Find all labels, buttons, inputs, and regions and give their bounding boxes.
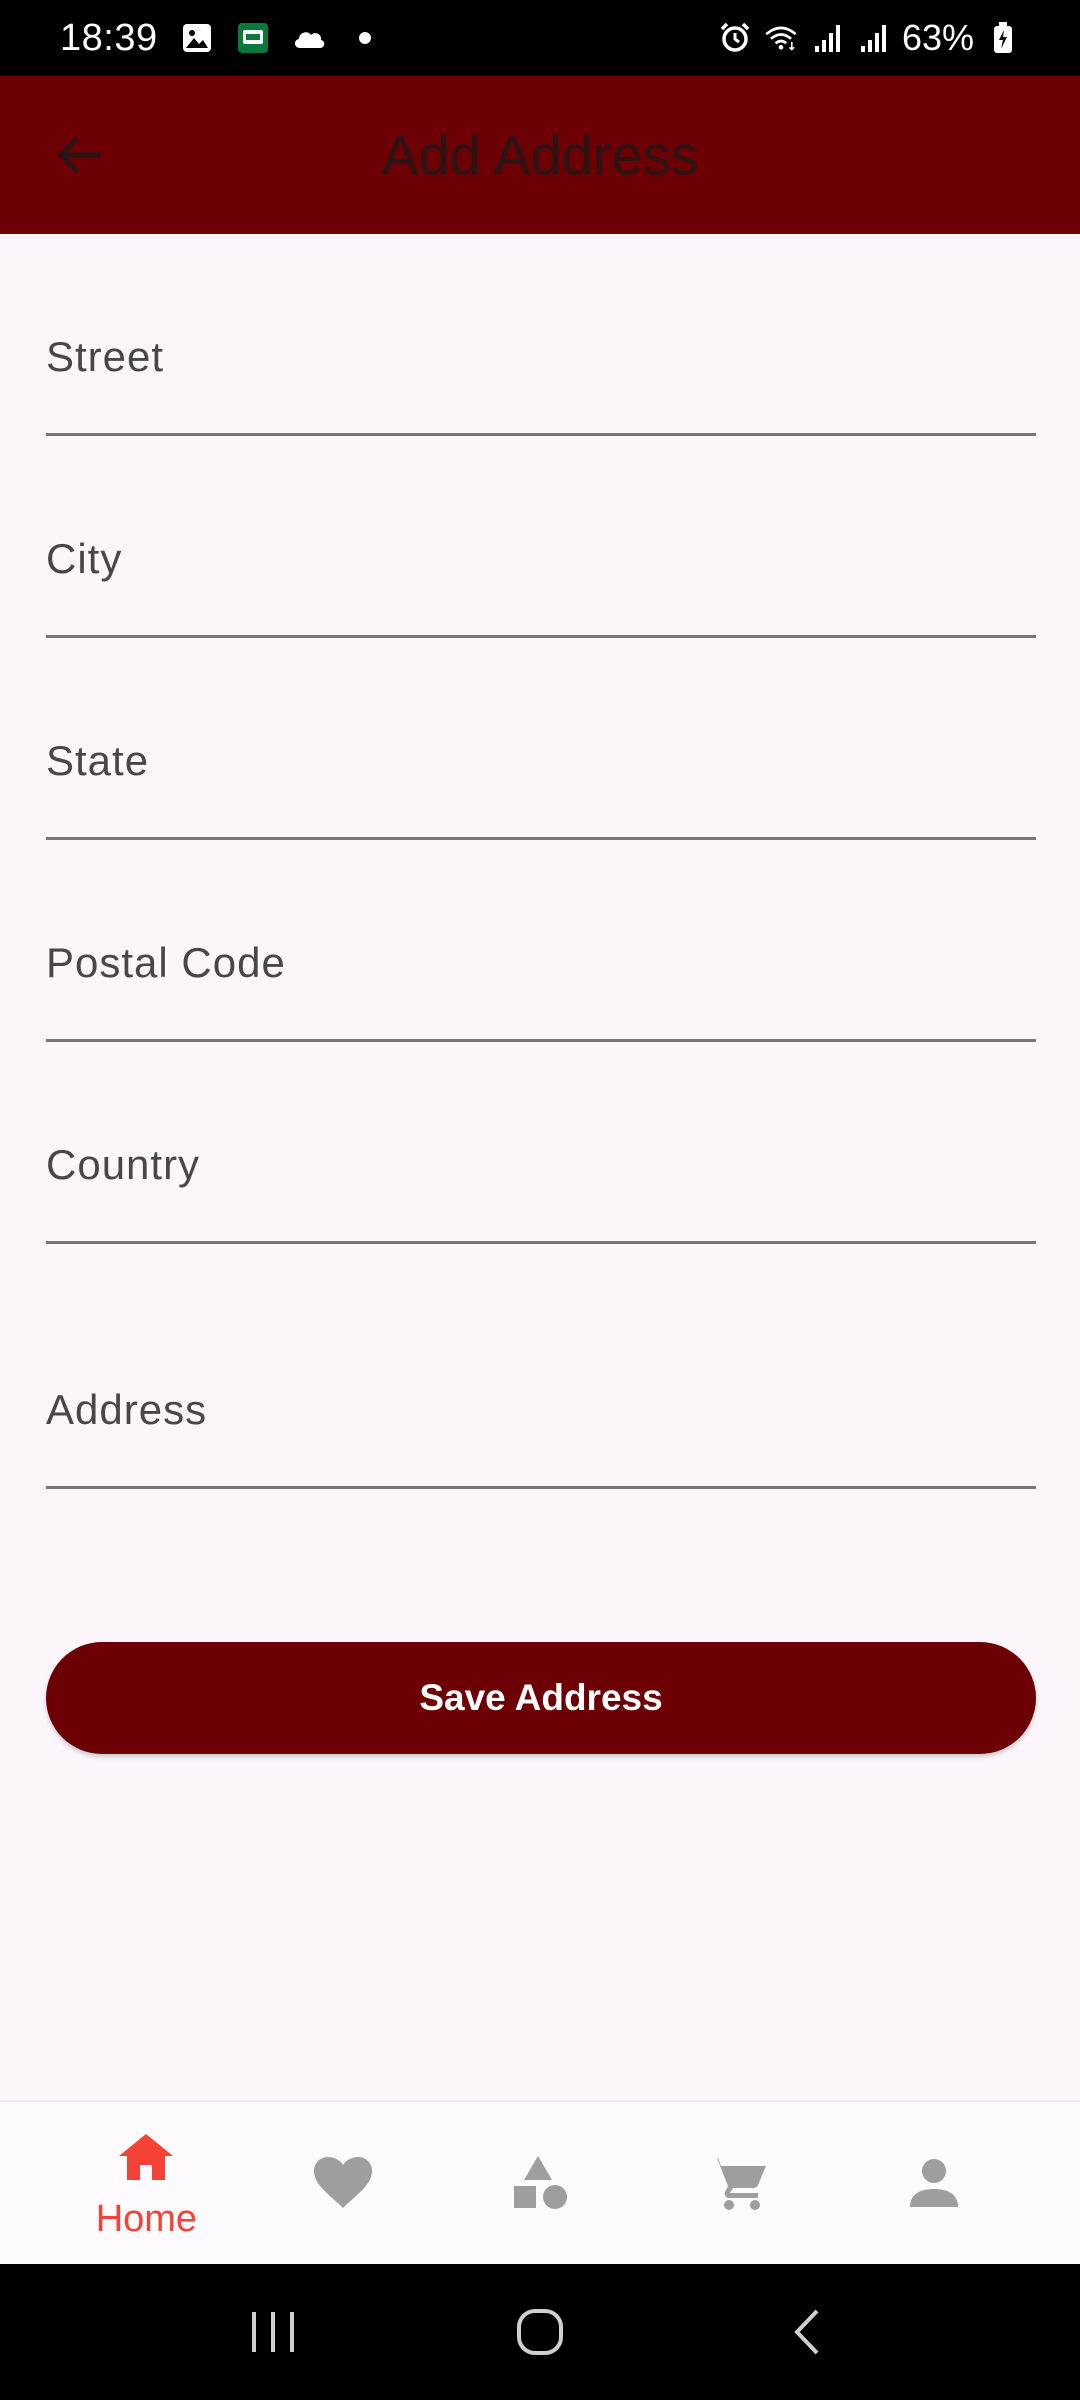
save-address-button[interactable]: Save Address bbox=[46, 1642, 1036, 1754]
heart-icon bbox=[312, 2152, 374, 2214]
battery-charging-icon bbox=[986, 21, 1020, 55]
nav-item-profile[interactable] bbox=[835, 2101, 1032, 2265]
screen: 18:39 63% Add Address Street City State … bbox=[0, 0, 1080, 2400]
nav-item-cart[interactable] bbox=[638, 2101, 835, 2265]
city-label: City bbox=[46, 535, 123, 582]
country-field[interactable]: Country bbox=[46, 1042, 1036, 1244]
postal-code-field[interactable]: Postal Code bbox=[46, 840, 1036, 1042]
nav-item-favorites[interactable] bbox=[245, 2101, 442, 2265]
address-field[interactable]: Address bbox=[46, 1244, 1036, 1489]
status-time: 18:39 bbox=[60, 16, 158, 59]
system-navigation-bar bbox=[0, 2264, 1080, 2400]
person-icon bbox=[903, 2152, 965, 2214]
home-icon bbox=[115, 2126, 177, 2188]
address-form: Street City State Postal Code Country Ad… bbox=[46, 234, 1036, 1489]
address-input[interactable] bbox=[46, 1438, 1036, 1478]
address-label: Address bbox=[46, 1386, 208, 1433]
home-system-button[interactable] bbox=[495, 2292, 585, 2372]
street-input[interactable] bbox=[46, 385, 1036, 425]
status-left: 18:39 bbox=[60, 17, 382, 60]
image-icon bbox=[180, 21, 214, 55]
page-title: Add Address bbox=[381, 123, 699, 187]
recents-icon bbox=[252, 2312, 295, 2352]
street-label: Street bbox=[46, 333, 165, 380]
back-system-button[interactable] bbox=[762, 2292, 852, 2372]
status-bar: 18:39 63% bbox=[0, 0, 1080, 76]
country-label: Country bbox=[46, 1141, 201, 1188]
back-chevron-icon bbox=[793, 2309, 819, 2355]
signal-icon bbox=[810, 21, 844, 55]
country-input[interactable] bbox=[46, 1193, 1036, 1233]
wifi-icon bbox=[764, 21, 798, 55]
city-field[interactable]: City bbox=[46, 436, 1036, 638]
app-bar: Add Address bbox=[0, 76, 1080, 234]
recents-button[interactable] bbox=[228, 2292, 318, 2372]
nav-item-categories[interactable] bbox=[442, 2101, 639, 2265]
home-circle-icon bbox=[516, 2309, 563, 2355]
nav-label-home: Home bbox=[95, 2197, 198, 2240]
categories-icon bbox=[509, 2152, 571, 2214]
bottom-navigation: Home bbox=[0, 2100, 1080, 2264]
cloud-icon bbox=[292, 21, 326, 55]
postal-code-input[interactable] bbox=[46, 991, 1036, 1031]
nav-item-home[interactable]: Home bbox=[48, 2101, 245, 2265]
battery-percentage: 63% bbox=[901, 17, 974, 58]
state-input[interactable] bbox=[46, 789, 1036, 829]
signal-icon bbox=[856, 21, 890, 55]
postal-code-label: Postal Code bbox=[46, 939, 286, 986]
app-notification-icon bbox=[236, 21, 270, 55]
dot-icon bbox=[348, 21, 382, 55]
city-input[interactable] bbox=[46, 587, 1036, 627]
alarm-icon bbox=[718, 21, 752, 55]
state-label: State bbox=[46, 737, 150, 784]
cart-icon bbox=[706, 2152, 768, 2214]
state-field[interactable]: State bbox=[46, 638, 1036, 840]
street-field[interactable]: Street bbox=[46, 234, 1036, 436]
status-right: 63% bbox=[718, 17, 1020, 59]
